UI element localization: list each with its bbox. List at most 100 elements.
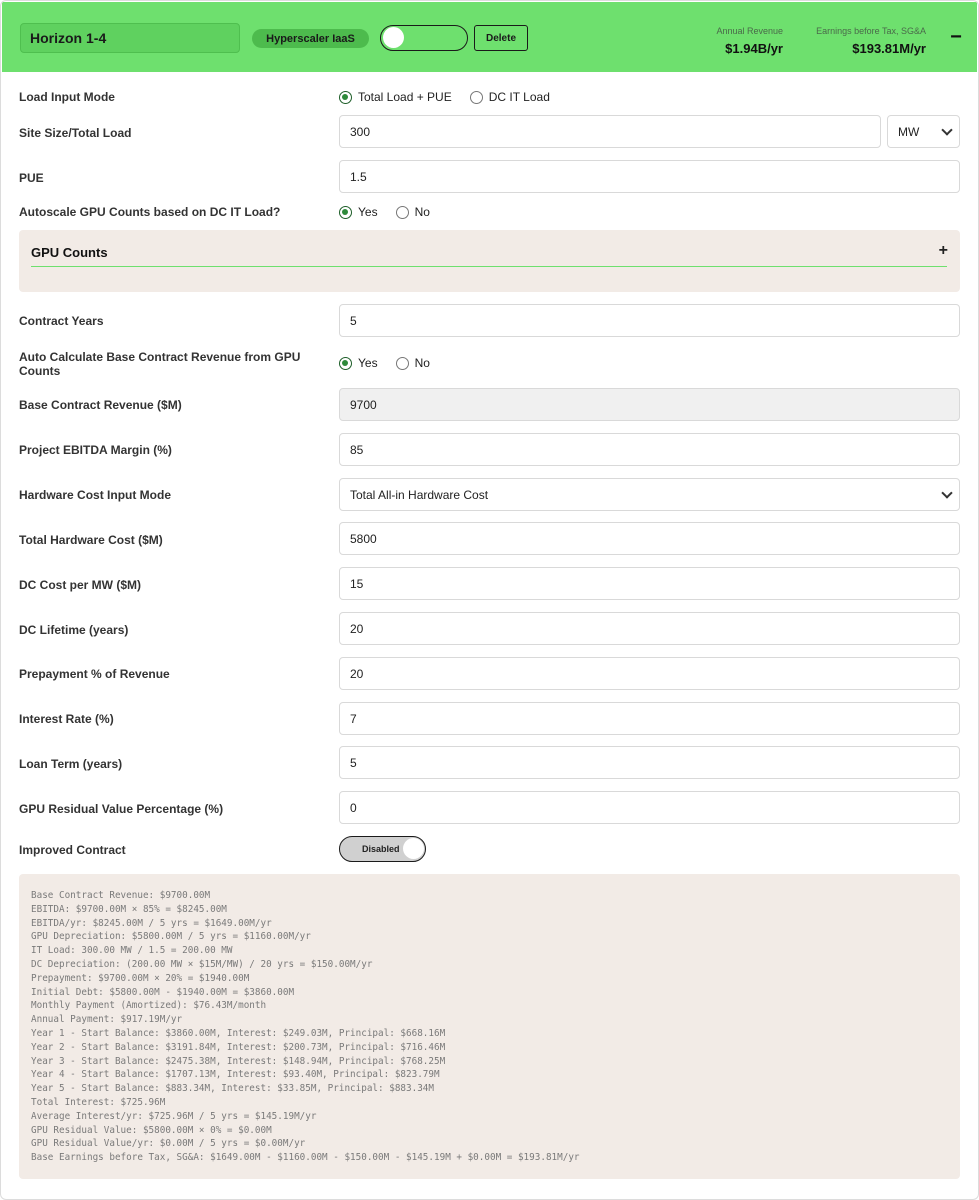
ebt-value: $193.81M/yr xyxy=(852,41,926,56)
toggle-knob xyxy=(383,27,404,48)
calc-line: Year 1 - Start Balance: $3860.00M, Inter… xyxy=(31,1027,446,1039)
calc-line: Monthly Payment (Amortized): $76.43M/mon… xyxy=(31,1000,267,1012)
chevron-down-icon xyxy=(941,487,953,499)
calc-line: Initial Debt: $5800.00M - $1940.00M = $3… xyxy=(31,986,295,998)
radio-selected-icon xyxy=(339,356,352,370)
dc-cost-per-mw-input[interactable]: 15 xyxy=(339,567,960,600)
gpu-counts-title: GPU Counts xyxy=(31,245,108,260)
base-contract-revenue-input: 9700 xyxy=(339,388,960,421)
calc-line: EBITDA/yr: $8245.00M / 5 yrs = $1649.00M… xyxy=(31,917,272,929)
expand-icon[interactable]: + xyxy=(939,242,948,260)
radio-unselected-icon xyxy=(395,356,409,370)
delete-button[interactable]: Delete xyxy=(474,25,528,51)
calc-line: Prepayment: $9700.00M × 20% = $1940.00M xyxy=(31,972,250,984)
interest-rate-label: Interest Rate (%) xyxy=(19,712,114,726)
calc-line: Year 5 - Start Balance: $883.34M, Intere… xyxy=(31,1083,434,1095)
radio-selected-icon xyxy=(339,90,352,104)
section-divider xyxy=(31,266,947,267)
radio-auto-calc-yes[interactable]: Yes xyxy=(339,356,378,370)
contract-years-input[interactable]: 5 xyxy=(339,304,960,337)
calc-line: GPU Residual Value/yr: $0.00M / 5 yrs = … xyxy=(31,1138,306,1150)
hw-cost-mode-value: Total All-in Hardware Cost xyxy=(350,487,489,502)
scenario-name-input[interactable]: Horizon 1-4 xyxy=(20,23,240,53)
autoscale-label: Autoscale GPU Counts based on DC IT Load… xyxy=(19,205,281,219)
calc-line: Base Earnings before Tax, SG&A: $1649.00… xyxy=(31,1152,580,1164)
annual-revenue-metric: Annual Revenue $1.94B/yr xyxy=(692,26,783,56)
base-contract-revenue-label: Base Contract Revenue ($M) xyxy=(19,398,182,412)
auto-calc-revenue-radios: Yes No xyxy=(339,356,448,370)
loan-term-value: 5 xyxy=(350,755,357,770)
toggle-knob xyxy=(403,838,424,859)
contract-years-value: 5 xyxy=(350,313,357,328)
interest-rate-input[interactable]: 7 xyxy=(339,702,960,735)
prepayment-input[interactable]: 20 xyxy=(339,657,960,690)
total-hw-cost-input[interactable]: 5800 xyxy=(339,522,960,555)
radio-auto-calc-no[interactable]: No xyxy=(395,356,430,370)
pue-label: PUE xyxy=(19,171,44,185)
site-size-value: 300 xyxy=(350,124,371,139)
prepayment-value: 20 xyxy=(350,666,364,681)
radio-label: Yes xyxy=(358,356,378,370)
contract-years-label: Contract Years xyxy=(19,314,104,328)
radio-label: No xyxy=(414,205,430,219)
calc-line: Year 4 - Start Balance: $1707.13M, Inter… xyxy=(31,1069,440,1081)
calc-line: Year 3 - Start Balance: $2475.38M, Inter… xyxy=(31,1055,446,1067)
ebitda-margin-input[interactable]: 85 xyxy=(339,433,960,466)
calc-line: Annual Payment: $917.19M/yr xyxy=(31,1014,183,1026)
calc-line: Average Interest/yr: $725.96M / 5 yrs = … xyxy=(31,1110,317,1122)
scenario-card: Horizon 1-4 Hyperscaler IaaS Delete Annu… xyxy=(0,0,979,1200)
gpu-counts-section[interactable]: GPU Counts + xyxy=(19,230,960,292)
type-badge[interactable]: Hyperscaler IaaS xyxy=(252,29,369,48)
loan-term-input[interactable]: 5 xyxy=(339,746,960,779)
calc-line: Base Contract Revenue: $9700.00M xyxy=(31,890,211,901)
gpu-residual-value: 0 xyxy=(350,800,357,815)
gpu-residual-label: GPU Residual Value Percentage (%) xyxy=(19,802,224,816)
radio-autoscale-yes[interactable]: Yes xyxy=(339,205,378,219)
radio-selected-icon xyxy=(339,205,352,219)
pue-value: 1.5 xyxy=(350,169,367,184)
scenario-header: Horizon 1-4 Hyperscaler IaaS Delete Annu… xyxy=(2,2,977,72)
dc-cost-per-mw-value: 15 xyxy=(350,576,364,591)
radio-label: Total Load + PUE xyxy=(358,90,452,104)
calc-line: GPU Residual Value: $5800.00M × 0% = $0.… xyxy=(31,1124,272,1136)
total-hw-cost-value: 5800 xyxy=(350,531,377,546)
hw-cost-mode-select[interactable]: Total All-in Hardware Cost xyxy=(339,478,960,511)
load-input-mode-radios: Total Load + PUE DC IT Load xyxy=(339,90,568,104)
annual-revenue-value: $1.94B/yr xyxy=(725,41,783,56)
annual-revenue-label: Annual Revenue xyxy=(716,26,783,36)
site-size-unit-value: MW xyxy=(898,124,920,139)
interest-rate-value: 7 xyxy=(350,711,357,726)
total-hw-cost-label: Total Hardware Cost ($M) xyxy=(19,533,163,547)
auto-calc-revenue-label: Auto Calculate Base Contract Revenue fro… xyxy=(19,350,301,378)
radio-autoscale-no[interactable]: No xyxy=(395,205,430,219)
toggle-text: Disabled xyxy=(362,844,400,854)
dc-cost-per-mw-label: DC Cost per MW ($M) xyxy=(19,578,141,592)
gpu-residual-input[interactable]: 0 xyxy=(339,791,960,824)
loan-term-label: Loan Term (years) xyxy=(19,757,123,771)
radio-label: DC IT Load xyxy=(488,90,550,104)
radio-total-load-pue[interactable]: Total Load + PUE xyxy=(339,90,452,104)
ebitda-margin-value: 85 xyxy=(350,442,364,457)
collapse-icon[interactable]: − xyxy=(946,27,966,48)
radio-dc-it-load[interactable]: DC IT Load xyxy=(469,90,550,104)
scenario-toggle[interactable] xyxy=(380,25,468,51)
dc-lifetime-input[interactable]: 20 xyxy=(339,612,960,645)
load-input-mode-label: Load Input Mode xyxy=(19,90,115,104)
pue-input[interactable]: 1.5 xyxy=(339,160,960,193)
calc-line: DC Depreciation: (200.00 MW × $15M/MW) /… xyxy=(31,958,373,970)
dc-lifetime-value: 20 xyxy=(350,621,364,636)
radio-label: No xyxy=(414,356,430,370)
dc-lifetime-label: DC Lifetime (years) xyxy=(19,623,129,637)
site-size-unit-select[interactable]: MW xyxy=(887,115,960,148)
calc-line: IT Load: 300.00 MW / 1.5 = 200.00 MW xyxy=(31,945,233,957)
ebitda-margin-label: Project EBITDA Margin (%) xyxy=(19,443,172,457)
prepayment-label: Prepayment % of Revenue xyxy=(19,667,170,681)
calc-line: EBITDA: $9700.00M × 85% = $8245.00M xyxy=(31,903,227,915)
ebt-metric: Earnings before Tax, SG&A $193.81M/yr xyxy=(792,26,926,56)
calc-line: GPU Depreciation: $5800.00M / 5 yrs = $1… xyxy=(31,931,311,943)
calc-line: Total Interest: $725.96M xyxy=(31,1096,166,1108)
improved-contract-toggle[interactable]: Disabled xyxy=(339,836,426,862)
site-size-label: Site Size/Total Load xyxy=(19,126,132,140)
base-contract-revenue-value: 9700 xyxy=(350,397,377,412)
site-size-input[interactable]: 300 xyxy=(339,115,881,148)
